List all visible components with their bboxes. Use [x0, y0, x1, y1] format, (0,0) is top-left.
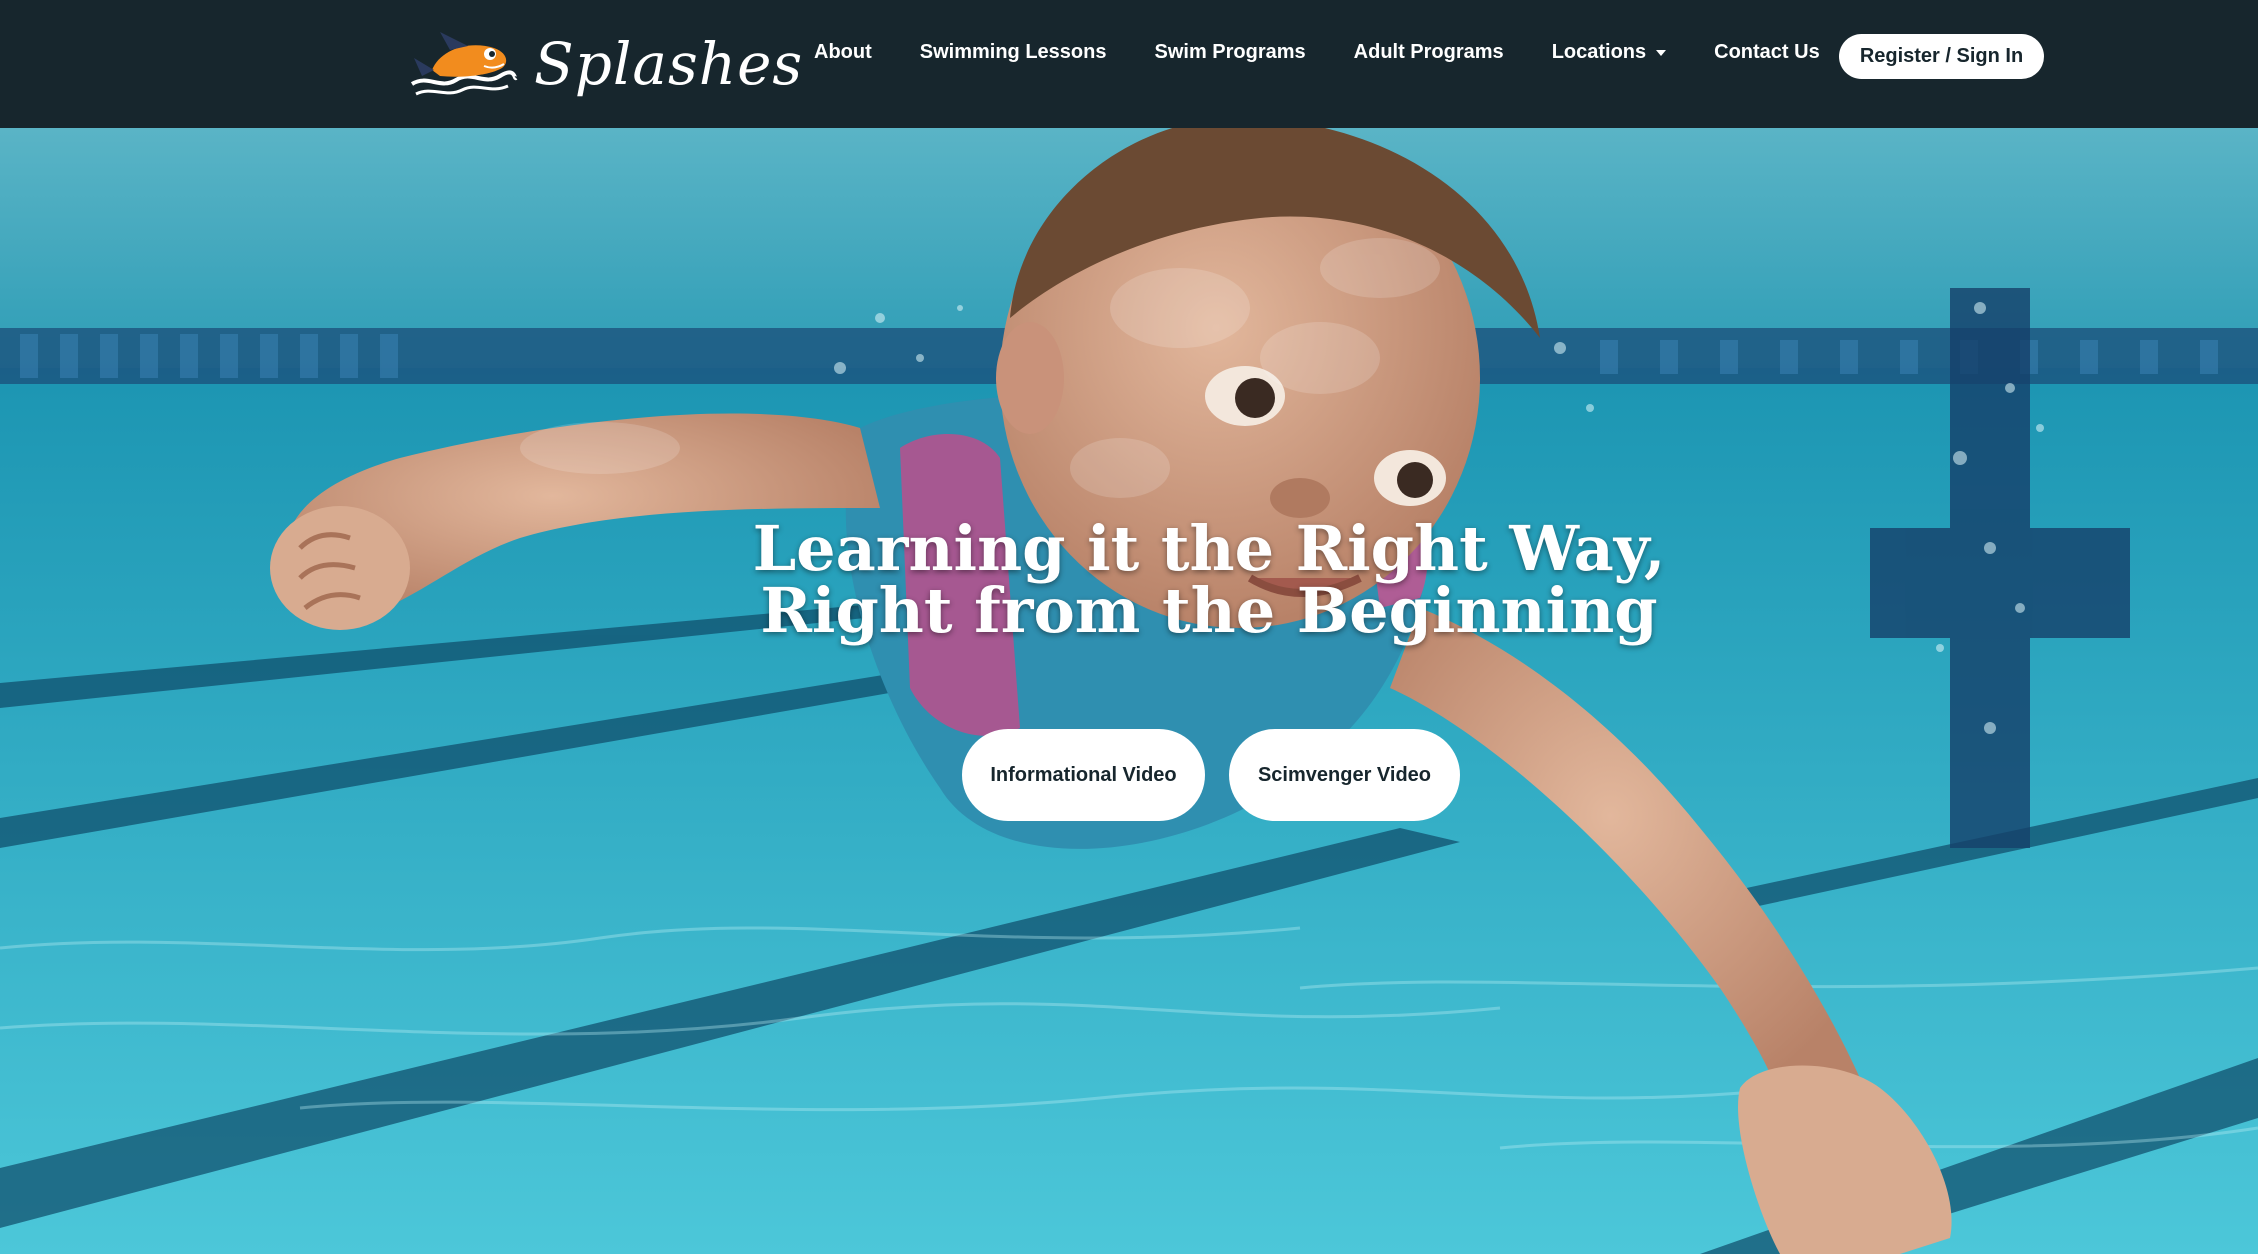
nav-about[interactable]: About [790, 41, 896, 64]
top-navbar: Splashes About Swimming Lessons Swim Pro… [0, 0, 2258, 128]
hero-headline: Learning it the Right Way, Right from th… [0, 518, 2258, 642]
register-sign-in-button[interactable]: Register / Sign In [1839, 34, 2044, 79]
nav-locations-dropdown[interactable]: Locations [1528, 41, 1690, 64]
hero-video-buttons: Informational Video Scimvenger Video [962, 729, 1460, 821]
nav-swimming-lessons[interactable]: Swimming Lessons [896, 41, 1131, 64]
brand-name: Splashes [534, 30, 804, 98]
nav-swim-programs[interactable]: Swim Programs [1130, 41, 1329, 64]
main-nav: About Swimming Lessons Swim Programs Adu… [790, 0, 1844, 104]
shark-mascot-icon [410, 32, 518, 96]
scimvenger-video-button[interactable]: Scimvenger Video [1229, 729, 1460, 821]
hero-section: Learning it the Right Way, Right from th… [0, 128, 2258, 1254]
caret-down-icon [1656, 50, 1667, 56]
informational-video-button[interactable]: Informational Video [962, 729, 1205, 821]
hero-headline-line1: Learning it the Right Way, [752, 512, 1666, 585]
hero-headline-line2: Right from the Beginning [760, 574, 1658, 647]
nav-locations-label: Locations [1551, 40, 1647, 63]
brand-logo[interactable]: Splashes [410, 14, 803, 114]
nav-adult-programs[interactable]: Adult Programs [1330, 41, 1528, 64]
underwater-child-swimming-photo [0, 128, 2258, 1254]
page: Splashes About Swimming Lessons Swim Pro… [0, 0, 2258, 1254]
nav-contact-us[interactable]: Contact Us [1690, 41, 1844, 64]
